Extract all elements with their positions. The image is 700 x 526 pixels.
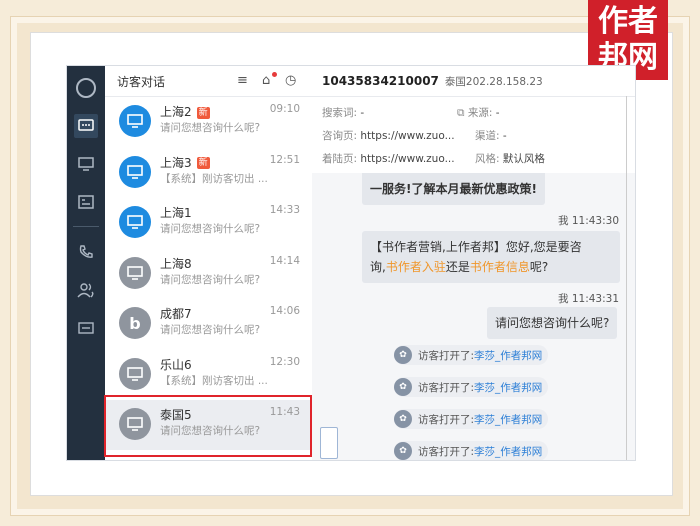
- source-row: ⧉ 来源: -: [457, 107, 500, 119]
- style-row: 风格: 默认风格: [475, 153, 545, 165]
- conversation-name: 上海1: [160, 206, 192, 220]
- monitor-avatar-icon: [119, 256, 151, 289]
- monitor-avatar-icon: [119, 155, 151, 188]
- browser-icon: ✿: [394, 442, 412, 460]
- conversation-name: 乐山6: [160, 357, 192, 372]
- conversation-preview: 请问您想咨询什么呢?: [160, 223, 261, 235]
- chat-timestamp: 我 11:43:31: [558, 293, 619, 305]
- user-avatar-icon[interactable]: [76, 78, 96, 98]
- conversation-name: 上海2 新: [160, 105, 210, 119]
- message-input[interactable]: [320, 427, 338, 459]
- nav-sidebar: [67, 66, 105, 460]
- conversation-time: 12:51: [269, 153, 300, 166]
- system-event: ✿ 访客打开了: 李莎_作者邦网: [394, 377, 549, 397]
- conversation-list-header: 访客对话 ≡ ⌂ ◷: [105, 66, 312, 97]
- conversation-item[interactable]: 上海3 新【系统】刚访客切出 ... 12:51: [105, 148, 312, 198]
- conversation-list-title: 访客对话: [117, 74, 166, 89]
- conversation-preview: 请问您想咨询什么呢?: [160, 324, 261, 336]
- conversation-name: 上海8: [160, 256, 192, 271]
- phone-icon[interactable]: [74, 240, 98, 264]
- notification-dot: [272, 72, 277, 77]
- monitor-avatar-icon: [119, 105, 151, 137]
- monitor-icon[interactable]: [74, 152, 98, 176]
- conversation-name: 成都7: [160, 307, 192, 321]
- conversation-time: 14:33: [269, 204, 300, 216]
- clock-icon[interactable]: ◷: [285, 73, 296, 88]
- detail-header: 10435834210007 泰国202.28.158.23: [312, 66, 635, 97]
- system-event: ✿ 访客打开了: 李莎_作者邦网: [394, 345, 549, 365]
- conversation-item[interactable]: b 成都7 请问您想咨询什么呢? 14:06: [105, 299, 312, 349]
- scrollbar-track: [626, 96, 627, 460]
- visitor-id: 10435834210007: [322, 74, 439, 88]
- monitor-avatar-icon: [119, 206, 151, 238]
- visitor-ip: 泰国202.28.158.23: [444, 75, 543, 88]
- chat-icon[interactable]: [74, 114, 98, 138]
- conversation-preview: 【系统】刚访客切出 ...: [160, 374, 268, 387]
- new-badge: 新: [196, 106, 210, 119]
- conversation-time: 12:30: [269, 355, 300, 368]
- browser-icon: ✿: [394, 378, 412, 396]
- copy-icon[interactable]: ⧉: [457, 107, 465, 119]
- selection-highlight: [104, 395, 312, 457]
- conversation-detail: 10435834210007 泰国202.28.158.23 搜索词: - ⧉ …: [312, 66, 635, 460]
- conversation-item[interactable]: 乐山6 【系统】刚访客切出 ... 12:30: [105, 350, 312, 400]
- conversation-preview: 请问您想咨询什么呢?: [160, 273, 261, 286]
- conversation-item[interactable]: 上海8 请问您想咨询什么呢? 14:14: [105, 249, 312, 299]
- conversation-time: 09:10: [269, 103, 300, 115]
- link-info[interactable]: 书作者信息: [470, 260, 530, 274]
- sidebar-divider: [73, 226, 99, 227]
- ticket-icon[interactable]: [74, 316, 98, 340]
- monitor-avatar-icon: [119, 357, 151, 390]
- conversation-preview: 请问您想咨询什么呢?: [160, 122, 261, 134]
- browser-icon: ✿: [394, 346, 412, 364]
- chat-message: 请问您想咨询什么呢?: [487, 307, 618, 339]
- conversation-item[interactable]: 上海1 请问您想咨询什么呢? 14:33: [105, 198, 312, 248]
- chat-area: 一服务!了解本月最新优惠政策! 我 11:43:30 【书作者营销,上作者邦】您…: [312, 173, 635, 460]
- link-join[interactable]: 书作者入驻: [386, 260, 446, 274]
- channel-row: 渠道: -: [475, 130, 507, 142]
- new-badge: 新: [196, 157, 210, 169]
- conversation-time: 14:06: [269, 305, 300, 317]
- card-icon[interactable]: [74, 190, 98, 214]
- system-event: ✿ 访客打开了: 李莎_作者邦网: [394, 409, 549, 429]
- conversation-preview: 【系统】刚访客切出 ...: [160, 172, 268, 185]
- bing-icon: b: [119, 307, 151, 339]
- chat-message-top: 一服务!了解本月最新优惠政策!: [362, 173, 545, 205]
- search-term-row: 搜索词: -: [322, 107, 365, 119]
- conversation-time: 14:14: [269, 254, 300, 267]
- store-icon[interactable]: ⌂: [262, 73, 270, 88]
- browser-icon: ✿: [394, 410, 412, 428]
- conversation-name: 上海3 新: [160, 155, 210, 170]
- consult-page-row: 咨询页: https://www.zuo...: [322, 130, 455, 142]
- system-event: ✿ 访客打开了: 李莎_作者邦网: [394, 441, 549, 460]
- visitor-info: 搜索词: - ⧉ 来源: - 咨询页: https://www.zuo... 渠…: [312, 97, 635, 174]
- users-icon[interactable]: [74, 278, 98, 302]
- conversation-item[interactable]: 上海2 新请问您想咨询什么呢? 09:10: [105, 97, 312, 147]
- chat-message: 【书作者营销,上作者邦】您好,您是要咨 询,书作者入驻还是书作者信息呢?: [362, 231, 620, 283]
- sort-icon[interactable]: ≡: [237, 73, 248, 88]
- chat-timestamp: 我 11:43:30: [558, 215, 619, 227]
- landing-page-row: 着陆页: https://www.zuo...: [322, 153, 455, 165]
